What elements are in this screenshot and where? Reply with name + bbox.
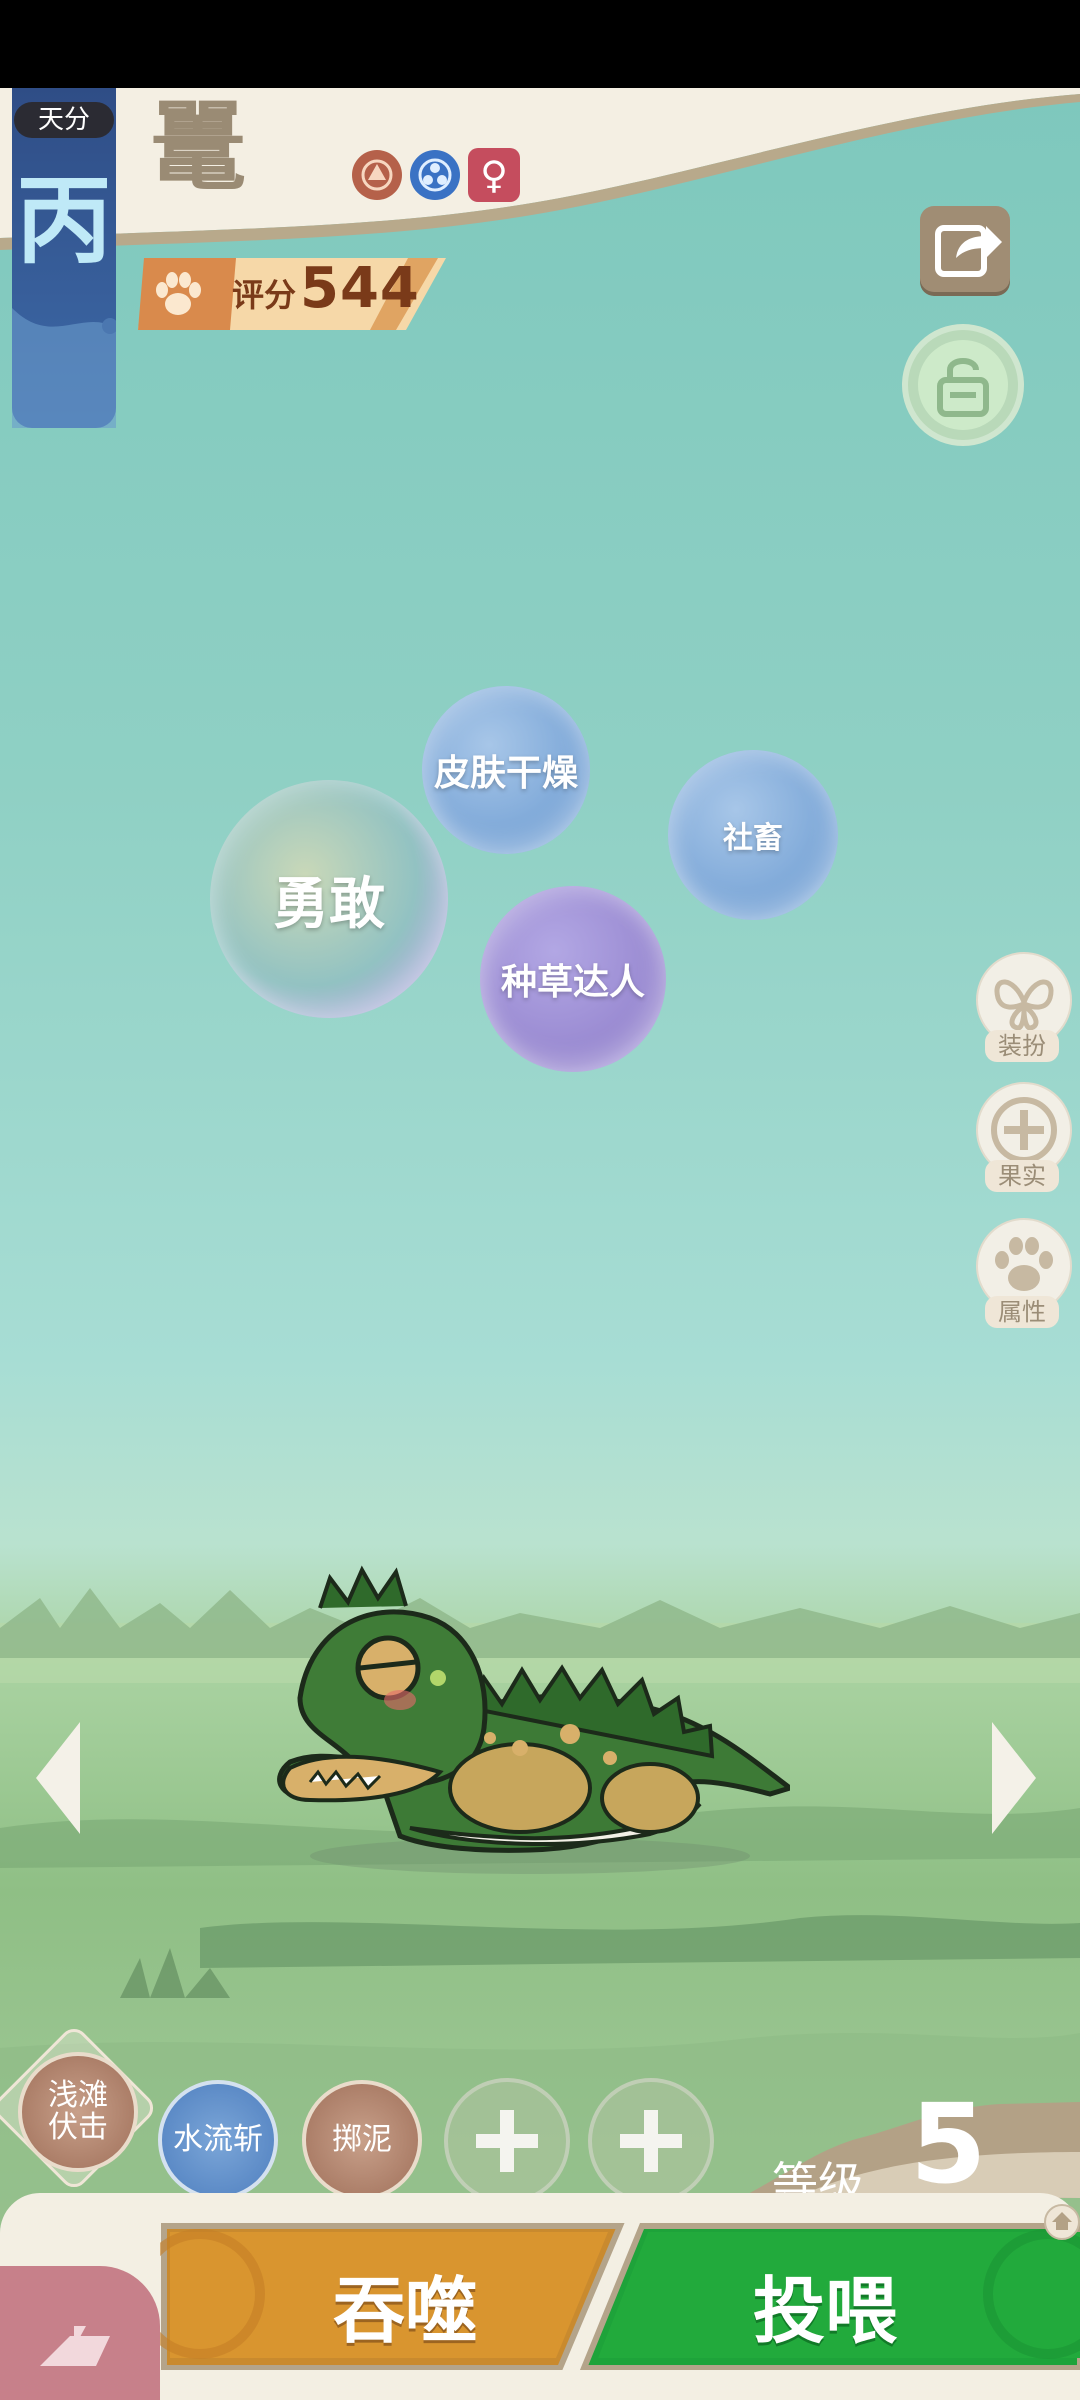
rank-label: 天分 bbox=[14, 102, 114, 138]
share-icon bbox=[935, 225, 1002, 277]
side-item-attributes[interactable]: 属性 bbox=[976, 1218, 1072, 1338]
side-label: 果实 bbox=[985, 1160, 1059, 1192]
share-button[interactable] bbox=[920, 206, 1010, 292]
plus-icon bbox=[620, 2110, 682, 2172]
devour-label[interactable]: 吞噬 bbox=[280, 2252, 530, 2357]
trait-bubble[interactable]: 种草达人 bbox=[480, 886, 666, 1072]
add-skill-button[interactable] bbox=[588, 2078, 714, 2204]
home-icon[interactable] bbox=[1044, 2204, 1080, 2240]
skill-slot-1[interactable]: 浅滩 伏击 bbox=[0, 2023, 159, 2193]
menu-icon bbox=[40, 2326, 110, 2366]
rank-value: 丙 bbox=[16, 165, 112, 277]
add-skill-button[interactable] bbox=[444, 2078, 570, 2204]
species-name: 鼍 bbox=[150, 91, 246, 204]
game-scene: 天分 丙 鼍 ♀ 评分 544 皮肤干燥 社畜 勇敢 种草达人 装扮 果实 属性… bbox=[0, 88, 1080, 2400]
level-value: 5 bbox=[910, 2080, 987, 2208]
trait-bubble[interactable]: 社畜 bbox=[668, 750, 838, 920]
side-item-outfit[interactable]: 装扮 bbox=[976, 952, 1072, 1072]
water-element-icon[interactable] bbox=[410, 150, 460, 200]
trait-bubble[interactable]: 勇敢 bbox=[210, 780, 448, 1018]
skill-button[interactable]: 掷泥 bbox=[302, 2080, 422, 2200]
score-label: 评分 bbox=[232, 276, 297, 314]
skill-button[interactable]: 水流斩 bbox=[158, 2080, 278, 2200]
feed-label[interactable]: 投喂 bbox=[700, 2252, 950, 2357]
skill-button[interactable]: 浅滩 伏击 bbox=[18, 2052, 138, 2172]
plus-icon bbox=[476, 2110, 538, 2172]
side-item-fruit[interactable]: 果实 bbox=[976, 1082, 1072, 1202]
status-bar bbox=[0, 0, 1080, 88]
female-gender-icon[interactable]: ♀ bbox=[468, 148, 520, 202]
menu-corner-button[interactable] bbox=[0, 2266, 160, 2400]
lock-button[interactable] bbox=[902, 324, 1024, 446]
right-arrow-icon[interactable] bbox=[990, 1722, 1036, 1834]
side-label: 装扮 bbox=[985, 1030, 1059, 1062]
earth-element-icon[interactable] bbox=[352, 150, 402, 200]
trait-bubble[interactable]: 皮肤干燥 bbox=[422, 686, 590, 854]
crocodile-pet[interactable] bbox=[270, 1558, 790, 1888]
score-value: 544 bbox=[300, 256, 420, 321]
paw-icon bbox=[156, 272, 201, 315]
left-arrow-icon[interactable] bbox=[36, 1722, 82, 1834]
side-label: 属性 bbox=[985, 1296, 1059, 1328]
lock-icon bbox=[937, 358, 989, 417]
wave-decoration bbox=[12, 308, 116, 428]
